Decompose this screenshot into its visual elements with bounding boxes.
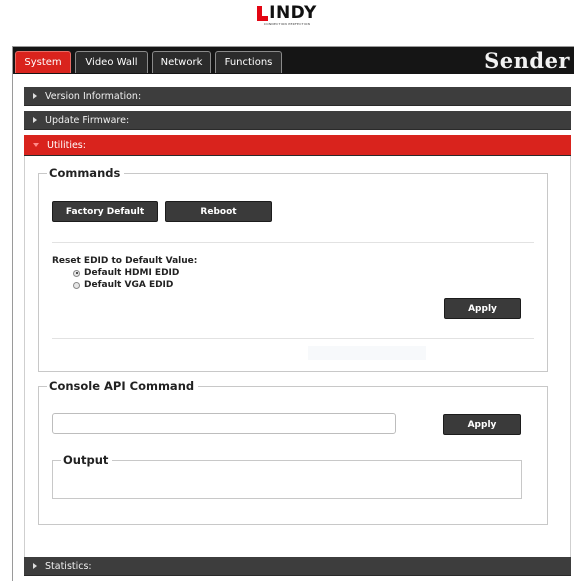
- tab-network[interactable]: Network: [152, 51, 211, 73]
- device-role-label: Sender: [484, 48, 570, 73]
- expand-arrow-icon: [33, 562, 37, 569]
- utilities-panel: Commands Factory Default Reboot Reset ED…: [24, 156, 571, 557]
- section-title: Update Firmware:: [45, 115, 130, 126]
- section-title: Version Information:: [45, 91, 142, 102]
- radio-button[interactable]: [73, 281, 80, 289]
- commands-legend: Commands: [49, 166, 121, 180]
- output-group: Output: [52, 453, 522, 499]
- reset-edid-label: Reset EDID to Default Value:: [52, 256, 198, 266]
- section-utilities[interactable]: Utilities:: [24, 135, 571, 156]
- main-panel: System Video Wall Network Functions Send…: [12, 46, 574, 581]
- output-legend: Output: [63, 453, 109, 467]
- radio-label: Default HDMI EDID: [84, 268, 180, 278]
- section-statistics[interactable]: Statistics:: [24, 557, 571, 576]
- output-text: [53, 467, 521, 471]
- tab-video-wall[interactable]: Video Wall: [75, 51, 148, 73]
- radio-default-vga-edid[interactable]: Default VGA EDID: [73, 280, 173, 290]
- console-api-group: Console API Command: [38, 379, 548, 525]
- logo-l-mark: [257, 6, 269, 21]
- edid-apply-button[interactable]: Apply: [444, 298, 521, 319]
- radio-label: Default VGA EDID: [84, 280, 174, 290]
- section-version-information[interactable]: Version Information:: [24, 87, 571, 106]
- section-title: Statistics:: [45, 561, 92, 572]
- console-command-input[interactable]: [52, 413, 396, 434]
- expand-arrow-icon: [33, 116, 37, 123]
- reboot-button[interactable]: Reboot: [165, 201, 272, 222]
- console-api-legend: Console API Command: [49, 379, 195, 393]
- console-apply-button[interactable]: Apply: [443, 414, 521, 435]
- lindy-logo: INDY CONNECTION PERFECTION: [0, 3, 574, 26]
- tab-bar: System Video Wall Network Functions Send…: [13, 47, 574, 74]
- section-update-firmware[interactable]: Update Firmware:: [24, 111, 571, 130]
- factory-default-button[interactable]: Factory Default: [52, 201, 158, 222]
- section-title: Utilities:: [47, 140, 86, 151]
- radio-default-hdmi-edid[interactable]: Default HDMI EDID: [73, 268, 179, 278]
- logo-wordmark: INDY: [269, 3, 317, 23]
- expand-arrow-icon: [33, 92, 37, 99]
- radio-button[interactable]: [73, 269, 80, 277]
- collapse-arrow-icon: [33, 142, 39, 147]
- divider: [52, 242, 534, 243]
- logo-tagline: CONNECTION PERFECTION: [263, 22, 311, 26]
- tab-functions[interactable]: Functions: [215, 51, 282, 73]
- tab-system[interactable]: System: [15, 51, 71, 73]
- divider: [52, 338, 534, 339]
